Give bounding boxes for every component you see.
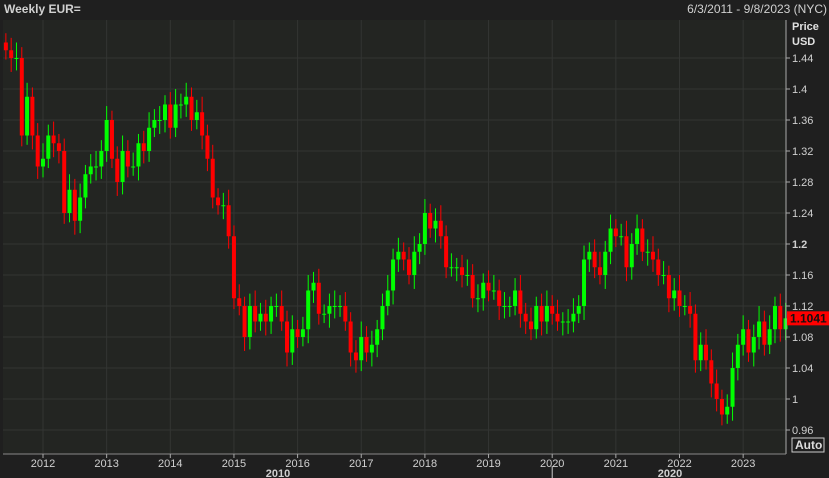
svg-text:1.1041: 1.1041 xyxy=(790,311,827,325)
x-tick-label: 2021 xyxy=(604,458,628,470)
y-tick-label: 1.4 xyxy=(792,84,807,96)
x-tick-label: 2015 xyxy=(222,458,246,470)
x-tick-label: 2018 xyxy=(413,458,437,470)
x-tick-label: 2012 xyxy=(31,458,55,470)
y-tick-label: 1.24 xyxy=(792,208,813,220)
x-tick-label: 2023 xyxy=(731,458,755,470)
currency-label: USD xyxy=(792,36,815,48)
y-tick-label: 1.2 xyxy=(792,239,807,251)
candle xyxy=(231,225,236,310)
x-tick-label: 2019 xyxy=(476,458,500,470)
y-tick-label: 1 xyxy=(792,394,798,406)
y-tick-label: 1.28 xyxy=(792,177,813,189)
last-price-badge: 1.1041 xyxy=(787,311,829,326)
y-tick-label: 1.32 xyxy=(792,146,813,158)
x-tick-label: 2017 xyxy=(349,458,373,470)
x-decade-label: 2010 xyxy=(266,468,290,478)
y-tick-label: 1.08 xyxy=(792,332,813,344)
y-tick-label: 1.44 xyxy=(792,53,813,65)
plot-area xyxy=(3,20,786,454)
x-tick-label: 2013 xyxy=(94,458,118,470)
x-tick-label: 2014 xyxy=(158,458,182,470)
price-chart: 1.441.41.361.321.281.241.21.161.121.081.… xyxy=(3,20,829,478)
x-decade-label: 2020 xyxy=(658,468,682,478)
svg-text:Auto: Auto xyxy=(795,438,822,452)
price-label: Price xyxy=(792,21,819,33)
auto-button[interactable]: Auto xyxy=(791,437,825,453)
y-tick-label: 1.04 xyxy=(792,363,813,375)
y-tick-label: 1.36 xyxy=(792,115,813,127)
y-tick-label: 0.96 xyxy=(792,425,813,437)
candle xyxy=(19,47,24,147)
y-tick-label: 1.16 xyxy=(792,270,813,282)
candle xyxy=(62,138,67,224)
